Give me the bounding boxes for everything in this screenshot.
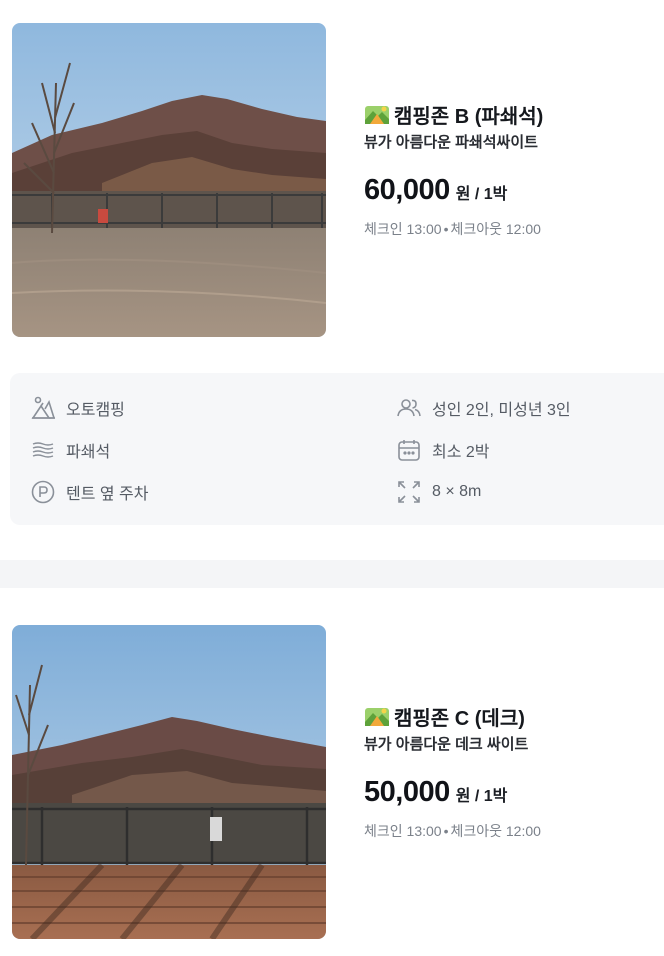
deck-view-photo [12, 625, 326, 939]
site-card-c[interactable]: 캠핑존 C (데크) 뷰가 아름다운 데크 싸이트 50,000 원 / 1박 … [0, 620, 664, 940]
checkin-time: 체크인 13:00 [364, 221, 442, 237]
site-price: 60,000 원 / 1박 [364, 174, 654, 207]
site-subtitle: 뷰가 아름다운 파쇄석싸이트 [364, 134, 538, 151]
people-icon [397, 399, 421, 417]
feature-label: 최소 2박 [432, 444, 490, 461]
section-divider [0, 560, 664, 588]
site-title-text: 캠핑존 C (데크) [394, 707, 525, 730]
time-separator: • [443, 823, 449, 839]
feature-parking: 텐트 옆 주차 [30, 479, 149, 505]
feature-label: 텐트 옆 주차 [66, 486, 149, 503]
camping-emoji-icon [365, 106, 389, 124]
site-price: 50,000 원 / 1박 [364, 776, 654, 809]
site-title[interactable]: 캠핑존 C (데크) [364, 702, 654, 730]
site-photo[interactable] [12, 625, 326, 939]
site-subtitle: 뷰가 아름다운 데크 싸이트 [364, 736, 529, 753]
time-separator: • [443, 221, 449, 237]
feature-label: 성인 2인, 미성년 3인 [432, 402, 571, 419]
site-info: 캠핑존 C (데크) 뷰가 아름다운 데크 싸이트 50,000 원 / 1박 … [364, 702, 654, 841]
site-title[interactable]: 캠핑존 B (파쇄석) [364, 100, 654, 128]
calendar-icon [398, 440, 420, 461]
price-unit: 원 / 1박 [455, 788, 508, 805]
checkin-time: 체크인 13:00 [364, 823, 442, 839]
checkin-times: 체크인 13:00 • 체크아웃 12:00 [364, 821, 654, 841]
site-features-panel: 오토캠핑 파쇄석 텐트 옆 주차 성인 2인, 미성년 3인 최소 2박 8 ×… [10, 373, 664, 525]
site-info: 캠핑존 B (파쇄석) 뷰가 아름다운 파쇄석싸이트 60,000 원 / 1박… [364, 100, 654, 239]
feature-size: 8 × 8m [396, 479, 481, 505]
parking-icon [31, 480, 55, 504]
feature-camping-type: 오토캠핑 [30, 395, 125, 421]
mountain-view-photo [12, 23, 326, 337]
feature-label: 오토캠핑 [66, 402, 125, 419]
camping-tent-icon [31, 396, 56, 419]
feature-min-stay: 최소 2박 [396, 437, 490, 463]
feature-label: 파쇄석 [66, 444, 111, 461]
expand-icon [398, 481, 420, 503]
site-title-text: 캠핑존 B (파쇄석) [394, 105, 544, 128]
price-unit: 원 / 1박 [455, 186, 508, 203]
feature-capacity: 성인 2인, 미성년 3인 [396, 395, 571, 421]
site-photo[interactable] [12, 23, 326, 337]
feature-label: 8 × 8m [432, 483, 482, 500]
price-amount: 50,000 [364, 776, 450, 808]
feature-ground: 파쇄석 [30, 437, 110, 463]
gravel-lines-icon [32, 442, 54, 458]
site-card-b[interactable]: 캠핑존 B (파쇄석) 뷰가 아름다운 파쇄석싸이트 60,000 원 / 1박… [0, 18, 664, 338]
checkout-time: 체크아웃 12:00 [450, 823, 541, 839]
checkin-times: 체크인 13:00 • 체크아웃 12:00 [364, 219, 654, 239]
checkout-time: 체크아웃 12:00 [450, 221, 541, 237]
camping-emoji-icon [365, 708, 389, 726]
price-amount: 60,000 [364, 174, 450, 206]
